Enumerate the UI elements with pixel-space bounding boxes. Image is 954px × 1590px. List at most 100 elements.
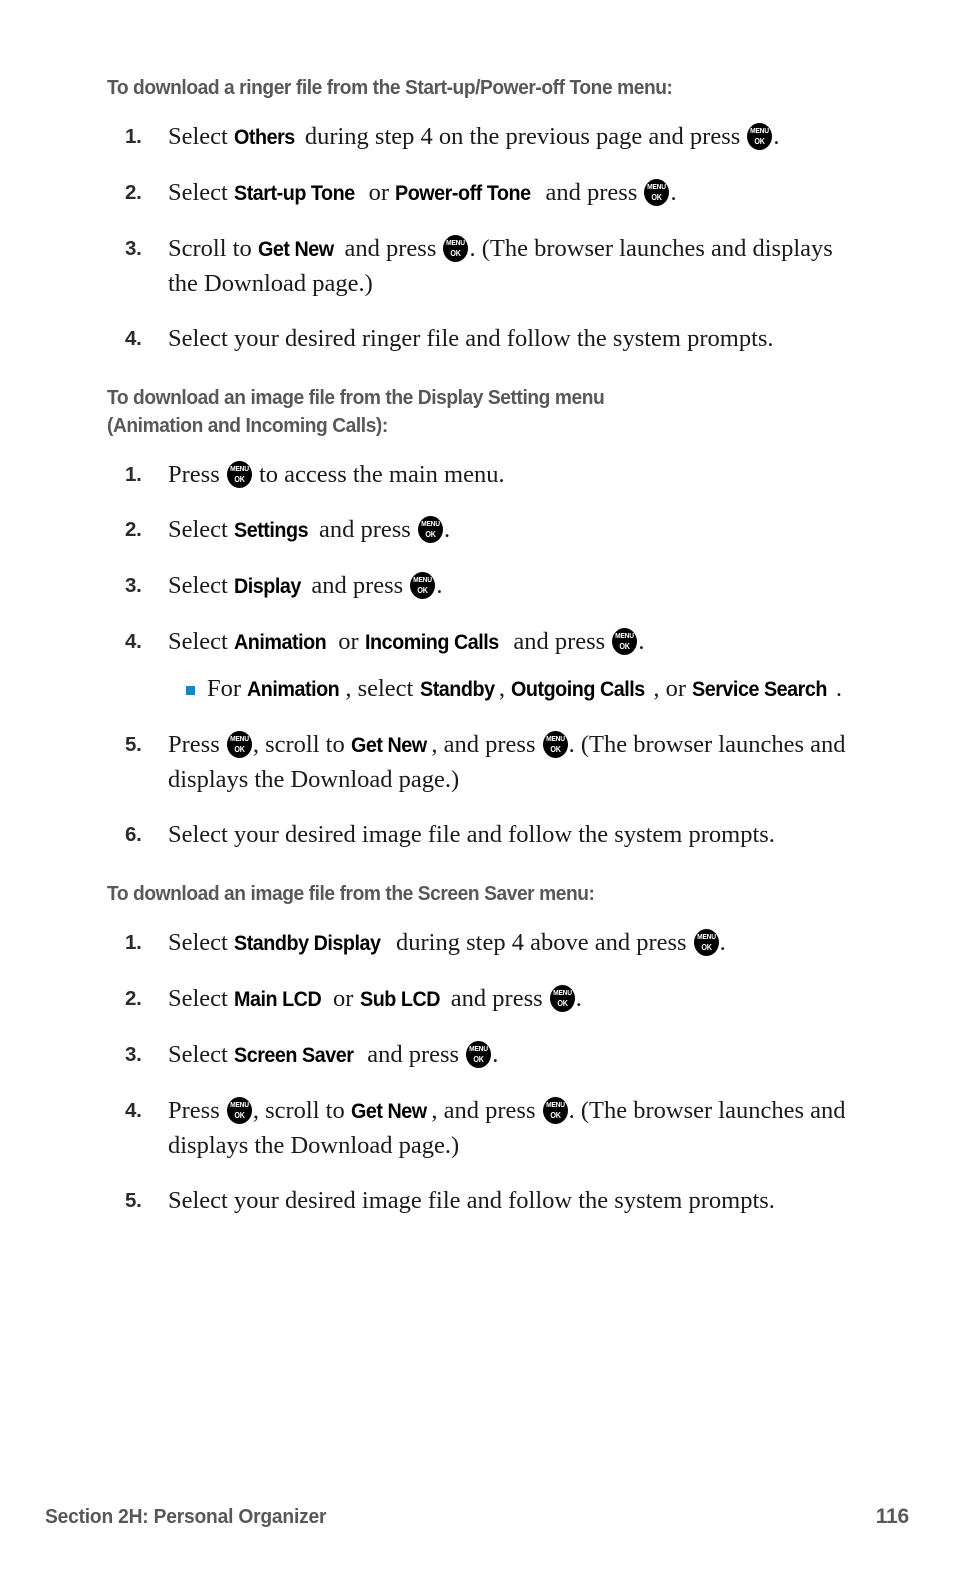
step-item: 5. Press MENU OK, scroll to Get New, and p… [107, 728, 867, 797]
step-number: 3. [125, 237, 142, 260]
step-item: 5. Select your desired image file and fol… [107, 1184, 867, 1218]
step-list: 1. Press MENU OK to access the main menu. 2… [107, 458, 867, 852]
step-number: 1. [125, 931, 142, 954]
body-text: . [835, 675, 842, 702]
menu-ok-key-bottom-label: OK [619, 641, 631, 651]
step-text: Select Animation or Incoming Calls and p… [168, 625, 867, 660]
ui-term: Standby Display [234, 932, 381, 955]
ui-term: Incoming Calls [364, 631, 499, 654]
step-text: Select your desired ringer file and foll… [168, 322, 867, 356]
body-text: Scroll to [168, 235, 258, 262]
step-number: 4. [125, 630, 142, 653]
page-content: To download a ringer file from the Start… [107, 74, 867, 1218]
body-text: Press [168, 461, 226, 488]
step-number: 3. [125, 1043, 142, 1066]
menu-ok-key-icon: MENU OK [443, 235, 469, 262]
menu-ok-key-icon: MENU OK [549, 985, 575, 1012]
step-text: Select Main LCD or Sub LCD and press MEN… [168, 982, 867, 1017]
body-text: . [670, 179, 677, 206]
step-text: Select Display and press MENU OK. [168, 569, 867, 604]
body-text: and press [361, 1041, 466, 1068]
body-text: Select [168, 179, 234, 206]
menu-ok-key-bottom-label: OK [651, 192, 663, 202]
step-list: 1. Select Others during step 4 on the pre… [107, 120, 867, 356]
step-number: 5. [125, 733, 142, 756]
menu-ok-key-top-label: MENU [421, 519, 440, 528]
body-text: Select [168, 123, 234, 150]
menu-ok-key-bottom-label: OK [549, 744, 561, 754]
menu-ok-key-icon: MENU OK [417, 516, 443, 543]
ui-term: Main LCD [234, 988, 322, 1011]
body-text: and press [507, 628, 612, 655]
step-number: 3. [125, 574, 142, 597]
body-text: , scroll to [252, 731, 351, 758]
body-text: during step 4 on the previous page and p… [298, 123, 747, 150]
menu-ok-key-icon: MENU OK [542, 1097, 568, 1124]
body-text: and press [312, 516, 417, 543]
step-list: 1. Select Standby Display during step 4 a… [107, 926, 867, 1218]
ui-term: Get New [350, 1100, 427, 1123]
body-text: , [498, 675, 512, 702]
body-text: , scroll to [252, 1097, 351, 1124]
menu-ok-key-bottom-label: OK [754, 136, 766, 146]
menu-ok-key-top-label: MENU [413, 575, 433, 584]
step-text: Select Standby Display during step 4 abo… [168, 926, 867, 961]
menu-ok-key-icon: MENU OK [410, 572, 436, 599]
menu-ok-key-top-label: MENU [230, 464, 249, 473]
square-bullet-icon [186, 686, 195, 695]
body-text: Select [168, 516, 234, 543]
step-item: 4. Select Animation or Incoming Calls and… [107, 625, 867, 707]
menu-ok-key-top-label: MENU [446, 238, 466, 247]
menu-ok-key-icon: MENU OK [466, 1041, 492, 1068]
step-text: Select your desired image file and follo… [168, 1184, 867, 1218]
step-item: 3. Select Display and press MENU OK. [107, 569, 867, 604]
step-item: 4. Select your desired ringer file and fo… [107, 322, 867, 356]
step-number: 4. [125, 327, 142, 350]
page-footer: Section 2H: Personal Organizer 116 [45, 1505, 909, 1529]
menu-ok-key-top-label: MENU [230, 1100, 249, 1109]
menu-ok-key-bottom-label: OK [701, 942, 712, 952]
step-number: 5. [125, 1189, 142, 1212]
body-text: For [207, 675, 248, 702]
body-text: Select your desired image file and follo… [168, 821, 775, 848]
ui-term: Power-off Tone [395, 182, 531, 205]
step-item: 1. Press MENU OK to access the main menu. [107, 458, 867, 492]
step-number: 2. [125, 181, 142, 204]
ui-term: Start-up Tone [234, 182, 355, 205]
menu-ok-key-bottom-label: OK [549, 1110, 561, 1120]
body-text: or [326, 985, 360, 1012]
footer-section-label: Section 2H: Personal Organizer [45, 1506, 327, 1528]
ui-term: Settings [234, 519, 309, 542]
menu-ok-key-top-label: MENU [647, 182, 667, 191]
body-text: Select your desired image file and follo… [168, 1187, 775, 1214]
step-text: Select Others during step 4 on the previ… [168, 120, 867, 155]
body-text: . [443, 516, 451, 543]
body-text: , select [345, 675, 420, 702]
body-text: Press [168, 731, 226, 758]
menu-ok-key-bottom-label: OK [473, 1054, 485, 1064]
step-number: 4. [125, 1099, 142, 1122]
menu-ok-key-icon: MENU OK [226, 731, 252, 758]
step-item: 6. Select your desired image file and fol… [107, 818, 867, 852]
step-text: Select your desired image file and follo… [168, 818, 867, 852]
body-text: . [638, 628, 645, 655]
ui-term: Sub LCD [359, 988, 441, 1011]
ui-term: Get New [257, 238, 334, 261]
step-item: 2. Select Start-up Tone or Power-off Tone… [107, 176, 867, 211]
sections-container: To download a ringer file from the Start… [107, 74, 867, 1218]
menu-ok-key-bottom-label: OK [425, 529, 436, 539]
step-number: 2. [125, 518, 142, 541]
body-text: Select [168, 572, 234, 599]
menu-ok-key-top-label: MENU [469, 1044, 489, 1053]
menu-ok-key-bottom-label: OK [417, 585, 429, 595]
menu-ok-key-bottom-label: OK [450, 248, 462, 258]
body-text: and press [305, 572, 410, 599]
body-text: and press [338, 235, 443, 262]
step-number: 1. [125, 463, 142, 486]
step-item: 2. Select Main LCD or Sub LCD and press M… [107, 982, 867, 1017]
body-text: Select [168, 628, 234, 655]
body-text: Select your desired ringer file and foll… [168, 325, 774, 352]
step-text: Select Settings and press MENU OK. [168, 513, 867, 548]
step-number: 2. [125, 987, 142, 1010]
menu-ok-key-bottom-label: OK [557, 998, 568, 1008]
